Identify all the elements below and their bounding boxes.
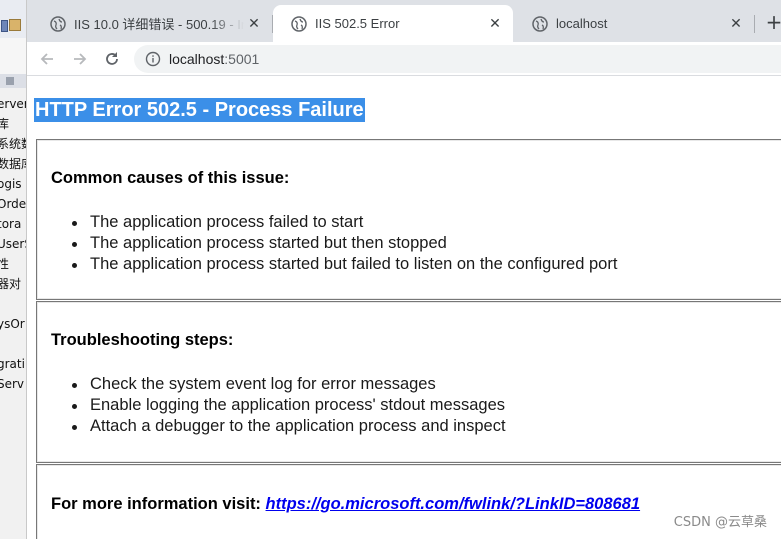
list-item: The application process started but fail… [72,254,617,275]
tree-item[interactable]: 库 [0,114,26,134]
tab-strip: IIS 10.0 详细错误 - 500.19 - Internet ✕ IIS … [27,0,781,42]
more-info-text: For more information visit: https://go.m… [51,495,640,514]
tree-item[interactable]: tora [0,214,26,234]
more-info-link[interactable]: https://go.microsoft.com/fwlink/?LinkID=… [266,495,641,513]
section-heading: Common causes of this issue: [51,169,290,187]
tree-item[interactable]: ogis [0,174,26,194]
page-title: HTTP Error 502.5 - Process Failure [34,98,365,122]
app-toolbar-icon [1,20,8,32]
browser-toolbar: localhost:5001 [27,42,781,76]
new-tab-button[interactable]: + [764,10,781,34]
url-host: localhost [169,51,225,67]
reload-icon [106,52,118,65]
tree-item[interactable]: erver [0,94,26,114]
causes-list: The application process failed to start … [72,212,617,275]
url-text[interactable]: localhost:5001 [169,51,259,67]
save-icon [9,19,21,31]
tree-item[interactable]: grati [0,354,26,374]
url-port: :5001 [224,51,260,67]
tab-localhost[interactable]: localhost ✕ [514,5,754,42]
arrow-right-icon [74,53,87,65]
globe-icon [532,15,548,32]
tree-item[interactable]: ysOr [0,314,26,334]
forward-button[interactable] [69,48,91,70]
list-item: Attach a debugger to the application pro… [72,416,506,437]
object-explorer-tree: erver 库 系统数 数据库 ogis Orde tora UserS 性 器… [0,88,26,394]
more-info-section: For more information visit: https://go.m… [36,464,781,539]
background-app-toolbar [0,0,26,38]
tree-item[interactable]: Serv [0,374,26,394]
background-app-window: erver 库 系统数 数据库 ogis Orde tora UserS 性 器… [0,0,27,539]
tree-item[interactable]: UserS [0,234,26,254]
list-item: The application process failed to start [72,212,617,233]
page-content: HTTP Error 502.5 - Process Failure Commo… [27,77,781,539]
back-button[interactable] [36,48,58,70]
arrow-left-icon [40,53,53,65]
steps-list: Check the system event log for error mes… [72,374,506,437]
tree-item[interactable]: 系统数 [0,134,26,154]
object-explorer-header [0,74,26,88]
tab-iis-500-19[interactable]: IIS 10.0 详细错误 - 500.19 - Internet ✕ [32,5,272,42]
tab-title: localhost [556,16,608,31]
browser-window: IIS 10.0 详细错误 - 500.19 - Internet ✕ IIS … [27,0,781,539]
tree-item[interactable]: 性 [0,254,26,274]
common-causes-section: Common causes of this issue: The applica… [36,139,781,300]
close-tab-icon[interactable]: ✕ [485,15,505,32]
tab-title: IIS 502.5 Error [315,16,400,31]
section-heading: Troubleshooting steps: [51,331,234,349]
watermark: CSDN @云草桑 [673,515,767,530]
tree-item[interactable]: 数据库 [0,154,26,174]
list-item: Enable logging the application process' … [72,395,506,416]
globe-icon [291,15,307,32]
list-item: Check the system event log for error mes… [72,374,506,395]
more-info-label: For more information visit: [51,495,261,513]
info-icon[interactable] [145,51,161,67]
globe-icon [50,15,66,32]
tab-title: IIS 10.0 详细错误 - 500.19 - Internet [74,17,244,32]
troubleshooting-section: Troubleshooting steps: Check the system … [36,301,781,463]
close-tab-icon[interactable]: ✕ [244,15,264,32]
tree-item[interactable]: 器对 [0,274,26,294]
address-bar[interactable]: localhost:5001 [134,45,781,73]
list-item: The application process started but then… [72,233,617,254]
tree-item[interactable]: Orde [0,194,26,214]
close-tab-icon[interactable]: ✕ [726,15,746,32]
tab-iis-502-5-error[interactable]: IIS 502.5 Error ✕ [273,5,513,42]
reload-button[interactable] [101,48,123,70]
